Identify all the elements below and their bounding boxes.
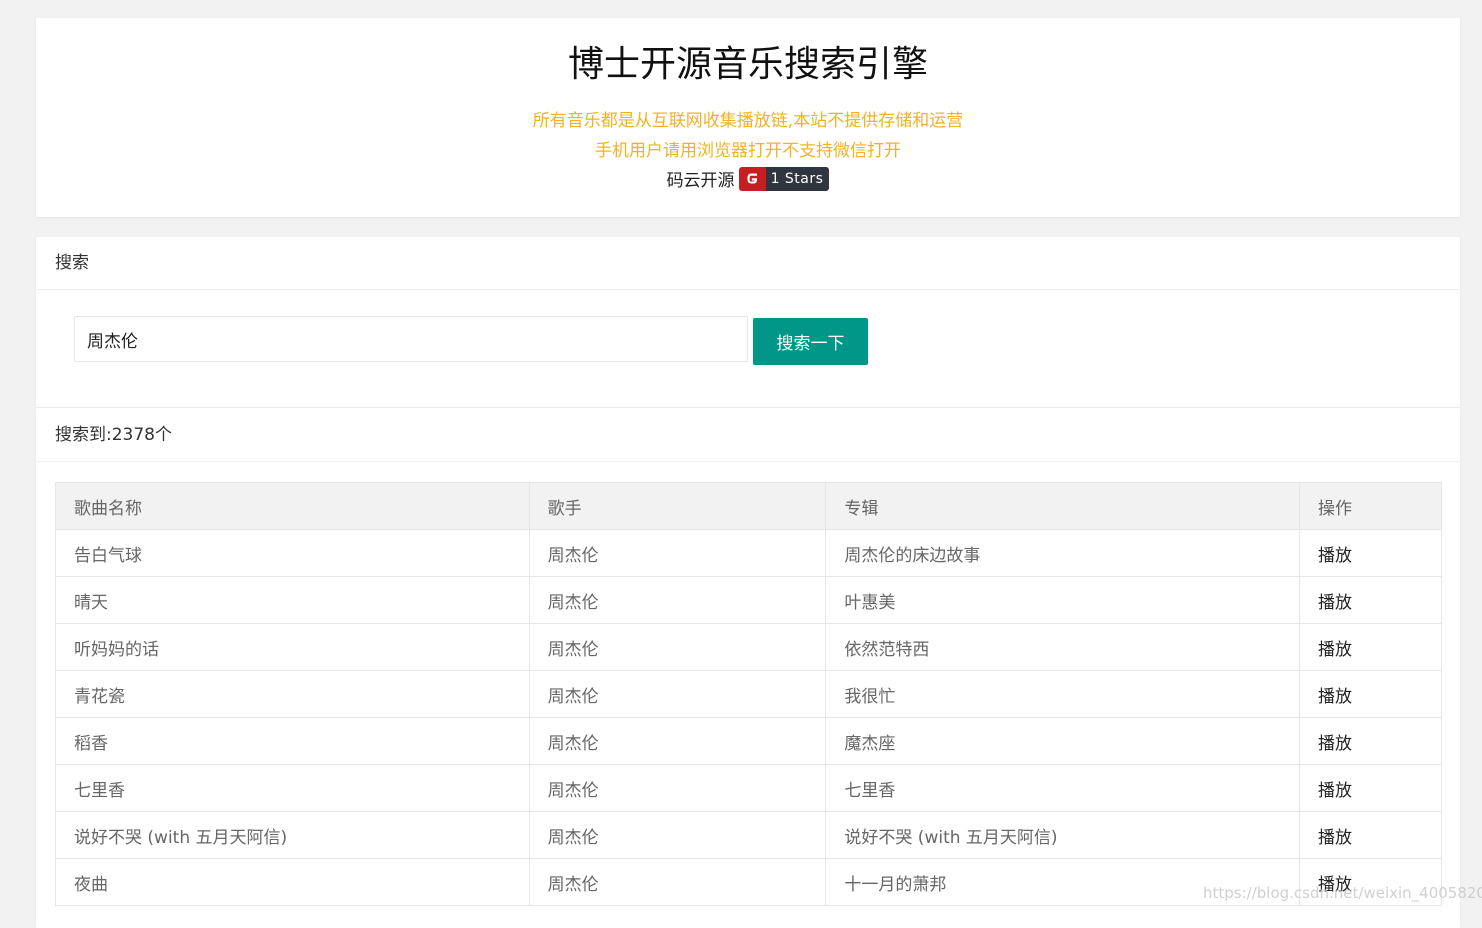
results-card: 搜索到:2378个 歌曲名称 歌手 专辑 操作 告白气球 周杰伦 周杰伦的床边故…	[36, 408, 1460, 928]
search-card: 搜索 搜索一下	[36, 237, 1460, 407]
results-summary: 搜索到:2378个	[36, 408, 1460, 462]
song-name: 告白气球	[55, 529, 530, 577]
gitee-label: 码云开源	[666, 171, 735, 191]
song-name: 夜曲	[55, 858, 530, 906]
album-name: 说好不哭 (with 五月天阿信)	[825, 811, 1301, 859]
table-row: 晴天 周杰伦 叶惠美 播放	[55, 576, 1442, 624]
table-row: 听妈妈的话 周杰伦 依然范特西 播放	[55, 623, 1442, 671]
song-name: 听妈妈的话	[55, 623, 530, 671]
gitee-stars-count: 1 Stars	[765, 166, 830, 191]
play-link[interactable]: 播放	[1299, 670, 1442, 718]
table-row: 稻香 周杰伦 魔杰座 播放	[55, 717, 1442, 765]
artist-name: 周杰伦	[528, 623, 827, 671]
song-name: 稻香	[55, 717, 530, 765]
gitee-stars-badge[interactable]: 1 Stars	[738, 166, 830, 191]
gitee-open-source-line: 码云开源 1 Stars	[36, 166, 1460, 191]
artist-name: 周杰伦	[528, 858, 827, 906]
search-card-title: 搜索	[36, 237, 1460, 290]
play-link[interactable]: 播放	[1299, 764, 1442, 812]
play-link[interactable]: 播放	[1299, 623, 1442, 671]
artist-name: 周杰伦	[528, 529, 827, 577]
artist-name: 周杰伦	[528, 670, 827, 718]
album-name: 魔杰座	[825, 717, 1301, 765]
search-input[interactable]	[74, 316, 748, 362]
album-name: 依然范特西	[825, 623, 1301, 671]
table-row: 说好不哭 (with 五月天阿信) 周杰伦 说好不哭 (with 五月天阿信) …	[55, 811, 1442, 859]
album-name: 叶惠美	[825, 576, 1301, 624]
table-header-row: 歌曲名称 歌手 专辑 操作	[55, 482, 1442, 530]
table-row: 青花瓷 周杰伦 我很忙 播放	[55, 670, 1442, 718]
artist-name: 周杰伦	[528, 764, 827, 812]
album-name: 七里香	[825, 764, 1301, 812]
play-link[interactable]: 播放	[1299, 717, 1442, 765]
column-header-action: 操作	[1299, 482, 1442, 530]
column-header-album: 专辑	[825, 482, 1301, 530]
album-name: 周杰伦的床边故事	[825, 529, 1301, 577]
album-name: 十一月的萧邦	[825, 858, 1301, 906]
artist-name: 周杰伦	[528, 811, 827, 859]
column-header-song: 歌曲名称	[55, 482, 530, 530]
search-button[interactable]: 搜索一下	[753, 318, 868, 365]
page-title: 博士开源音乐搜索引擎	[567, 44, 928, 85]
notice-text-wechat: 手机用户请用浏览器打开不支持微信打开	[595, 141, 901, 161]
column-header-artist: 歌手	[528, 482, 827, 530]
song-name: 七里香	[55, 764, 530, 812]
results-table: 歌曲名称 歌手 专辑 操作 告白气球 周杰伦 周杰伦的床边故事 播放 晴天 周杰…	[55, 482, 1442, 906]
notice-text-storage: 所有音乐都是从互联网收集播放链,本站不提供存储和运营	[532, 111, 964, 131]
artist-name: 周杰伦	[528, 717, 827, 765]
play-link[interactable]: 播放	[1299, 576, 1442, 624]
song-name: 青花瓷	[55, 670, 530, 718]
song-name: 晴天	[55, 576, 530, 624]
play-link[interactable]: 播放	[1299, 811, 1442, 859]
play-link[interactable]: 播放	[1299, 529, 1442, 577]
table-row: 告白气球 周杰伦 周杰伦的床边故事 播放	[55, 529, 1442, 577]
gitee-logo-icon	[738, 166, 766, 191]
album-name: 我很忙	[825, 670, 1301, 718]
table-row: 七里香 周杰伦 七里香 播放	[55, 764, 1442, 812]
song-name: 说好不哭 (with 五月天阿信)	[55, 811, 530, 859]
table-row: 夜曲 周杰伦 十一月的萧邦 播放	[55, 858, 1442, 906]
artist-name: 周杰伦	[528, 576, 827, 624]
play-link[interactable]: 播放	[1299, 858, 1442, 906]
header-card: 博士开源音乐搜索引擎 所有音乐都是从互联网收集播放链,本站不提供存储和运营 手机…	[36, 18, 1460, 217]
